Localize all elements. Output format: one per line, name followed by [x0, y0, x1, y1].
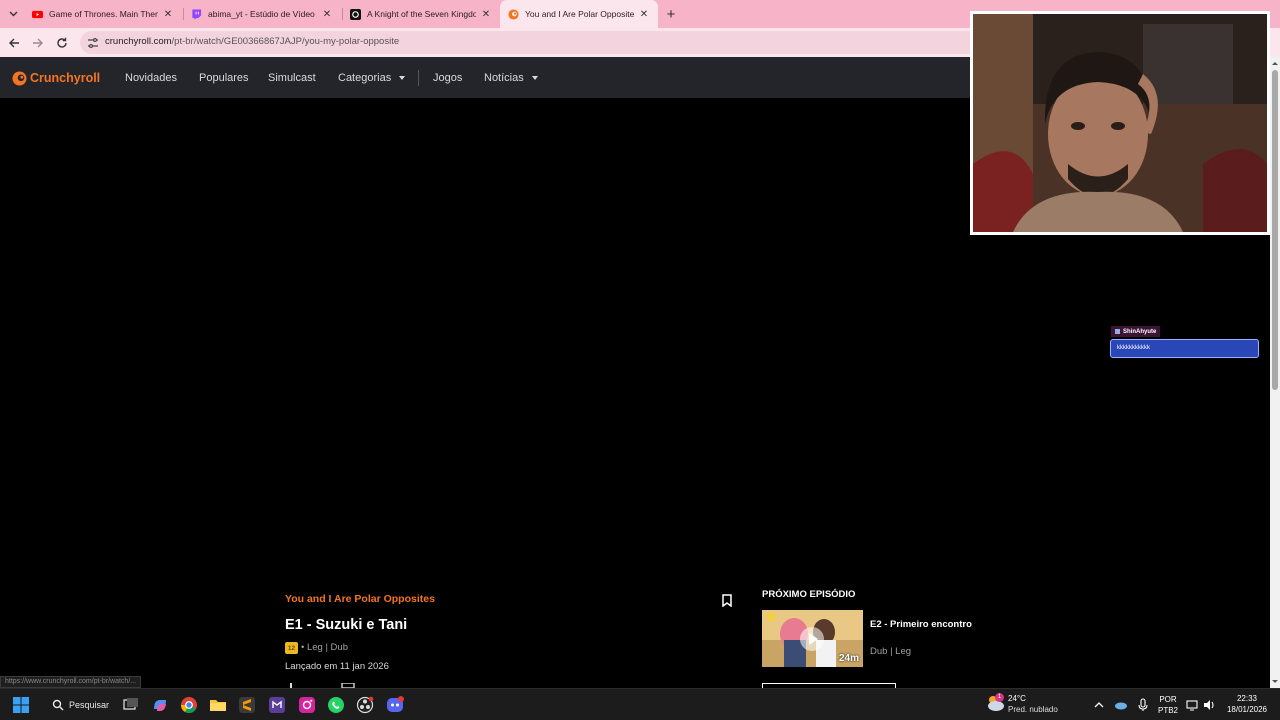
crunchyroll-logo[interactable]: Crunchyroll [12, 69, 100, 87]
caret-down-icon [531, 75, 538, 80]
arrow-left-icon [9, 38, 19, 48]
chat-message: kkkkkkkkkkk [1110, 339, 1259, 358]
link-status-url: https://www.crunchyroll.com/pt-br/watch/… [0, 676, 142, 688]
play-icon [800, 627, 824, 651]
reload-button[interactable] [54, 35, 70, 51]
file-explorer-icon[interactable] [209, 696, 227, 714]
copilot-icon[interactable] [151, 696, 169, 714]
url-text: crunchyroll.com/pt-br/watch/GE00366867JA… [105, 36, 400, 47]
nav-categorias[interactable]: Categorias [338, 57, 406, 98]
keyboard-layout[interactable]: PTB2 [1156, 706, 1180, 715]
search-icon [52, 699, 64, 711]
chat-badge-icon [1115, 329, 1120, 334]
nav-label: Jogos [433, 71, 463, 84]
nav-divider [418, 70, 419, 86]
chat-username-badge: ShinAhyute [1111, 326, 1161, 337]
next-episode-label: PRÓXIMO EPISÓDIO [762, 589, 856, 600]
back-button[interactable] [6, 35, 22, 51]
episode-languages: • Leg | Dub [301, 642, 348, 653]
chat-username: ShinAhyute [1123, 328, 1157, 335]
next-episode-thumbnail[interactable]: 24m [762, 610, 863, 667]
page-scrollbar[interactable] [1270, 57, 1280, 688]
weather-temperature: 24°C [1008, 694, 1026, 703]
twitch-icon [192, 8, 202, 20]
tab-twitch-studio[interactable]: abima_yt - Estúdio de Vídeo - T ✕ [183, 0, 341, 28]
discord-icon[interactable] [386, 696, 404, 714]
nav-label: Simulcast [268, 71, 316, 84]
nav-novidades[interactable]: Novidades [125, 57, 177, 98]
scrollbar-thumb[interactable] [1272, 70, 1278, 390]
tab-youtube[interactable]: Game of Thrones. Main Theme ✕ [24, 0, 182, 28]
tab-title: You and I Are Polar Opposites [525, 9, 634, 19]
nav-label: Notícias [484, 71, 524, 84]
windows-taskbar: Pesquisar 1 24°C Pred. nublado POR PTB2 … [0, 688, 1280, 720]
weather-condition: Pred. nublado [1008, 705, 1058, 714]
nav-noticias[interactable]: Notícias [484, 57, 538, 98]
obs-icon[interactable] [356, 696, 374, 714]
search-label: Pesquisar [69, 700, 110, 710]
chevron-up-icon[interactable] [1092, 698, 1106, 712]
next-episode-languages: Dub | Leg [870, 646, 912, 657]
next-episode-duration: 24m [838, 653, 859, 664]
site-settings-icon[interactable] [87, 37, 99, 49]
age-rating-badge: 12 [285, 642, 298, 654]
scroll-up-icon[interactable] [1270, 59, 1280, 67]
network-icon[interactable] [1186, 698, 1200, 712]
nav-label: Categorias [338, 71, 392, 84]
close-icon[interactable]: ✕ [638, 8, 650, 20]
nav-jogos[interactable]: Jogos [433, 57, 462, 98]
hbo-icon [350, 8, 361, 20]
task-view-icon[interactable] [122, 696, 140, 714]
tab-search-button[interactable] [4, 5, 22, 23]
language-indicator[interactable]: POR [1156, 695, 1180, 704]
weather-widget[interactable]: 1 24°C Pred. nublado [985, 693, 1058, 717]
tab-title: abima_yt - Estúdio de Vídeo - T [208, 9, 317, 19]
series-title-link[interactable]: You and I Are Polar Opposites [285, 593, 435, 605]
nav-populares[interactable]: Populares [199, 57, 249, 98]
nav-simulcast[interactable]: Simulcast [268, 57, 316, 98]
windows-start-icon[interactable] [12, 696, 30, 714]
youtube-icon [32, 10, 43, 18]
chevron-down-icon [9, 11, 17, 17]
tab-title: Game of Thrones. Main Theme [49, 9, 158, 19]
episode-release-date: Lançado em 11 jan 2026 [285, 661, 389, 672]
caret-down-icon [399, 75, 406, 80]
forward-button[interactable] [30, 35, 46, 51]
taskbar-search[interactable]: Pesquisar [44, 694, 110, 716]
tab-crunchyroll[interactable]: You and I Are Polar Opposites ✕ [500, 0, 658, 28]
nav-label: Populares [199, 71, 249, 84]
webcam-video [973, 14, 1267, 232]
clock-time: 22:33 [1236, 694, 1258, 703]
crunchyroll-icon [508, 8, 519, 20]
webcam-overlay [970, 11, 1270, 235]
tab-hbo[interactable]: A Knight of the Seven Kingdoms ✕ [342, 0, 500, 28]
close-icon[interactable]: ✕ [321, 8, 333, 20]
arrow-right-icon [33, 38, 43, 48]
next-episode-title[interactable]: E2 - Primeiro encontro [870, 619, 972, 630]
volume-icon[interactable] [1202, 698, 1216, 712]
chrome-icon[interactable] [180, 696, 198, 714]
tab-title: A Knight of the Seven Kingdoms [367, 9, 476, 19]
whatsapp-icon[interactable] [327, 696, 345, 714]
close-icon[interactable]: ✕ [162, 8, 174, 20]
episode-title: E1 - Suzuki e Tani [285, 617, 408, 633]
sublime-text-icon[interactable] [238, 696, 256, 714]
logo-text: Crunchyroll [30, 71, 101, 85]
crunchyroll-logo-icon [12, 71, 27, 85]
app-icon[interactable] [268, 696, 286, 714]
address-bar[interactable]: crunchyroll.com/pt-br/watch/GE00366867JA… [80, 31, 980, 54]
instagram-icon[interactable] [298, 696, 316, 714]
clock-date: 18/01/2026 [1226, 705, 1268, 714]
reload-icon [57, 37, 67, 48]
clock[interactable]: 22:33 18/01/2026 [1222, 694, 1272, 716]
onedrive-icon[interactable] [1114, 698, 1128, 712]
close-icon[interactable]: ✕ [480, 8, 492, 20]
new-tab-button[interactable]: + [662, 5, 680, 23]
bookmark-icon[interactable] [722, 594, 732, 607]
scroll-down-icon[interactable] [1270, 678, 1280, 686]
microphone-icon[interactable] [1136, 698, 1150, 712]
nav-label: Novidades [125, 71, 177, 84]
weather-badge: 1 [995, 693, 1004, 702]
